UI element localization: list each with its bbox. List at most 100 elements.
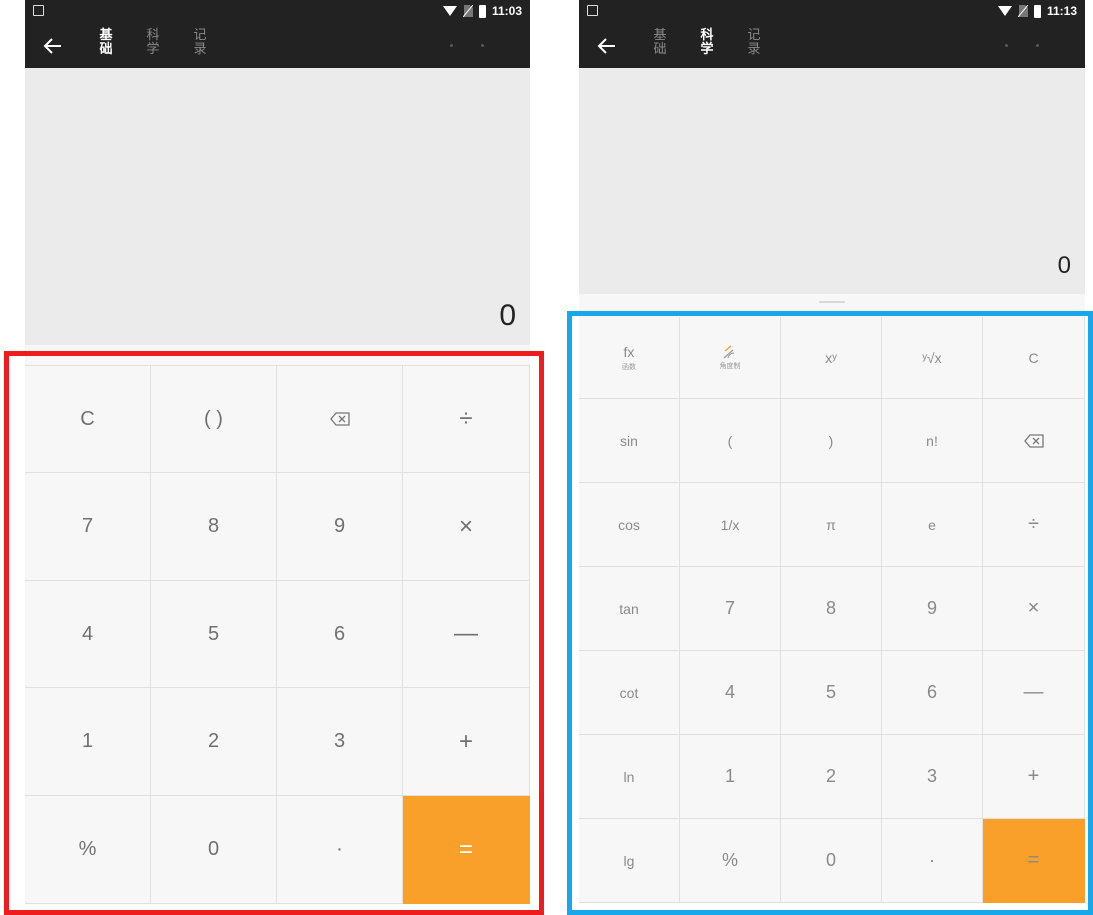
battery-icon xyxy=(1033,4,1041,18)
app-bar: 基 础 科 学 记 录 xyxy=(25,24,530,68)
tab-history[interactable]: 记 录 xyxy=(746,29,762,57)
key-backspace[interactable] xyxy=(277,366,403,473)
key-digit-9[interactable]: 9 xyxy=(277,473,403,581)
key-open-paren[interactable]: ( xyxy=(680,399,781,483)
key-reciprocal[interactable]: 1/x xyxy=(680,483,781,567)
key-digit-3[interactable]: 3 xyxy=(277,688,403,796)
key-cos[interactable]: cos xyxy=(579,483,680,567)
key-add[interactable]: + xyxy=(983,735,1085,819)
key-label: 7 xyxy=(81,515,94,537)
key-digit-7[interactable]: 7 xyxy=(680,567,781,651)
key-add[interactable]: + xyxy=(403,688,530,796)
key-sin[interactable]: sin xyxy=(579,399,680,483)
key-cot[interactable]: cot xyxy=(579,651,680,735)
key-lg[interactable]: lg xyxy=(579,819,680,903)
tab-basic[interactable]: 基 础 xyxy=(652,29,668,57)
key-label: × xyxy=(1027,597,1040,619)
key-label: — xyxy=(454,620,478,647)
key-label: 3 xyxy=(926,766,937,786)
key-subtract[interactable]: — xyxy=(403,581,530,688)
more-options-icon[interactable] xyxy=(450,44,490,50)
key-backspace[interactable] xyxy=(983,399,1085,483)
key-label: 1/x xyxy=(720,516,740,533)
key-digit-1[interactable]: 1 xyxy=(680,735,781,819)
key-tan[interactable]: tan xyxy=(579,567,680,651)
battery-icon xyxy=(478,4,486,18)
key-digit-5[interactable]: 5 xyxy=(151,581,277,688)
key-equals[interactable]: = xyxy=(983,819,1085,903)
result-value: 0 xyxy=(499,299,516,332)
key-factorial[interactable]: n! xyxy=(882,399,983,483)
key-label: 1 xyxy=(724,766,735,786)
key-pi[interactable]: π xyxy=(781,483,882,567)
key-parentheses[interactable]: ( ) xyxy=(151,366,277,473)
key-digit-9[interactable]: 9 xyxy=(882,567,983,651)
key-digit-0[interactable]: 0 xyxy=(151,796,277,904)
key-divide[interactable]: ÷ xyxy=(403,366,530,473)
gallery-notification-icon xyxy=(587,5,598,16)
key-digit-1[interactable]: 1 xyxy=(25,688,151,796)
key-label: C xyxy=(80,407,95,430)
tab-basic[interactable]: 基 础 xyxy=(98,29,114,57)
more-options-icon[interactable] xyxy=(1005,44,1045,50)
key-label: sin xyxy=(620,432,638,449)
display-area: 0 xyxy=(579,68,1085,294)
key-digit-2[interactable]: 2 xyxy=(151,688,277,796)
key-label: ÷ xyxy=(459,405,473,432)
key-digit-7[interactable]: 7 xyxy=(25,473,151,581)
key-label: e xyxy=(928,516,936,533)
key-percent[interactable]: % xyxy=(25,796,151,904)
key-close-paren[interactable]: ) xyxy=(781,399,882,483)
tab-scientific[interactable]: 科 学 xyxy=(145,29,161,57)
status-bar: 11:03 xyxy=(25,0,530,24)
key-sublabel: 角度制 xyxy=(719,362,741,370)
key-label: 2 xyxy=(825,766,836,786)
key-percent[interactable]: % xyxy=(680,819,781,903)
drag-handle[interactable] xyxy=(819,301,845,303)
basic-keypad: C ( ) ÷ 7 8 9 × 4 5 6 — 1 2 3 +% 0 · = xyxy=(25,365,530,904)
key-decimal-point[interactable]: · xyxy=(882,819,983,903)
key-function[interactable]: fx 函数 xyxy=(579,317,680,399)
key-digit-5[interactable]: 5 xyxy=(781,651,882,735)
key-power[interactable]: xʸ xyxy=(781,317,882,399)
key-digit-8[interactable]: 8 xyxy=(151,473,277,581)
key-label: 6 xyxy=(926,682,937,702)
key-digit-3[interactable]: 3 xyxy=(882,735,983,819)
key-label: lg xyxy=(623,852,635,869)
key-equals[interactable]: = xyxy=(403,796,530,904)
key-label: ln xyxy=(623,768,635,785)
key-label: 5 xyxy=(825,682,836,702)
key-decimal-point[interactable]: · xyxy=(277,796,403,904)
key-digit-4[interactable]: 4 xyxy=(25,581,151,688)
key-label: ( ) xyxy=(204,407,223,430)
tab-scientific[interactable]: 科 学 xyxy=(699,29,715,57)
key-multiply[interactable]: × xyxy=(403,473,530,581)
key-digit-0[interactable]: 0 xyxy=(781,819,882,903)
tab-history[interactable]: 记 录 xyxy=(192,29,208,57)
app-bar: 基 础 科 学 记 录 xyxy=(579,24,1085,68)
key-divide[interactable]: ÷ xyxy=(983,483,1085,567)
key-label: · xyxy=(336,838,343,860)
key-digit-6[interactable]: 6 xyxy=(882,651,983,735)
key-label: ( xyxy=(727,432,733,449)
key-digit-6[interactable]: 6 xyxy=(277,581,403,688)
back-arrow-icon[interactable] xyxy=(595,35,619,57)
result-value: 0 xyxy=(1057,252,1071,279)
key-euler[interactable]: e xyxy=(882,483,983,567)
key-root[interactable]: ʸ√x xyxy=(882,317,983,399)
key-subtract[interactable]: — xyxy=(983,651,1085,735)
key-label: · xyxy=(929,850,935,870)
key-digit-4[interactable]: 4 xyxy=(680,651,781,735)
key-multiply[interactable]: × xyxy=(983,567,1085,651)
key-angle-mode[interactable]: 角度制 xyxy=(680,317,781,399)
back-arrow-icon[interactable] xyxy=(41,35,65,57)
gallery-notification-icon xyxy=(33,5,44,16)
status-time: 11:03 xyxy=(491,4,522,18)
backspace-icon xyxy=(1023,433,1044,448)
key-digit-2[interactable]: 2 xyxy=(781,735,882,819)
key-clear[interactable]: C xyxy=(25,366,151,473)
key-digit-8[interactable]: 8 xyxy=(781,567,882,651)
backspace-icon xyxy=(329,412,350,426)
key-ln[interactable]: ln xyxy=(579,735,680,819)
key-clear[interactable]: C xyxy=(983,317,1085,399)
